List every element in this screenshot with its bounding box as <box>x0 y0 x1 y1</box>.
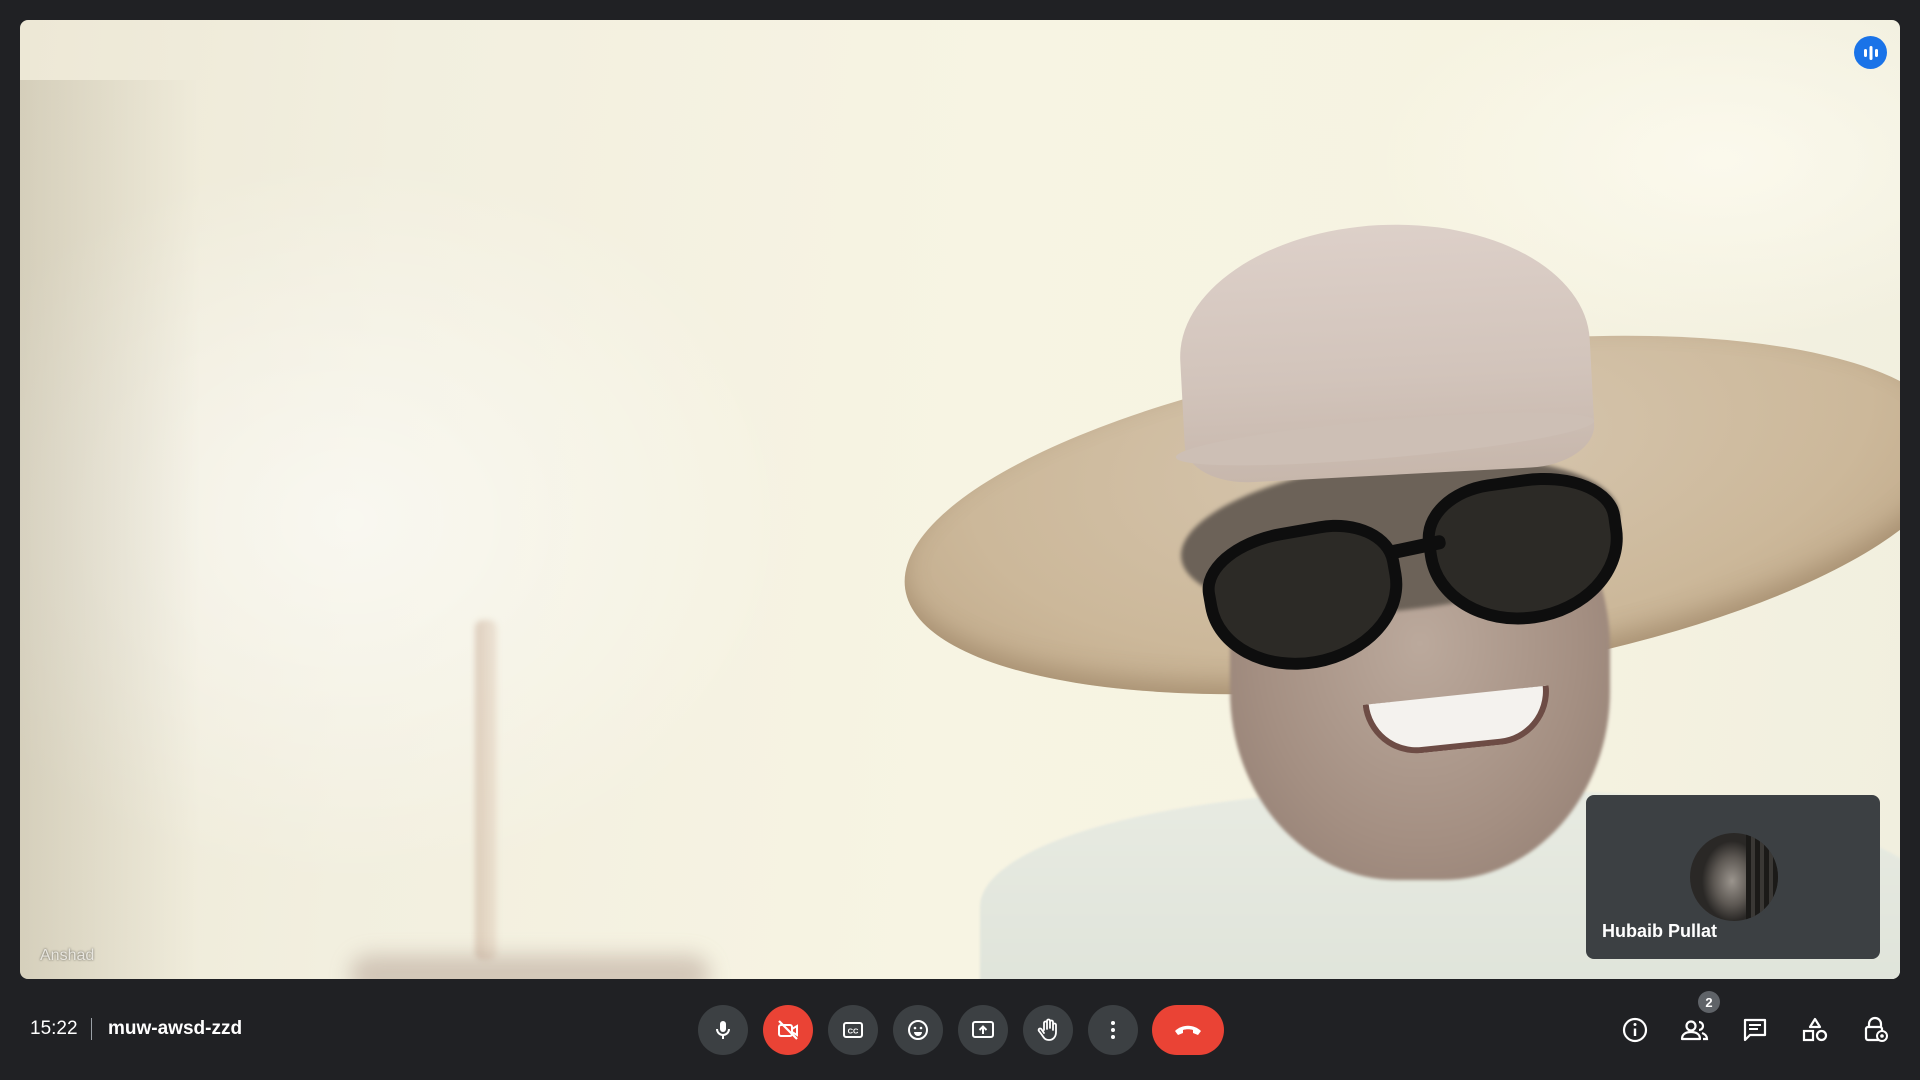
captions-button[interactable]: CC <box>828 1005 878 1055</box>
hand-icon <box>1037 1018 1057 1041</box>
closed-captions-icon: CC <box>843 1022 863 1038</box>
people-button[interactable] <box>1675 1010 1715 1050</box>
meeting-code: muw-awsd-zzd <box>108 1018 243 1039</box>
host-controls-button[interactable] <box>1855 1010 1895 1050</box>
videocam-off-icon <box>778 1020 798 1040</box>
activities-button[interactable] <box>1795 1010 1835 1050</box>
more-vert-icon <box>1111 1021 1115 1039</box>
camera-toggle-button[interactable] <box>763 1005 813 1055</box>
info-icon <box>1622 1017 1648 1043</box>
svg-text:CC: CC <box>848 1027 859 1036</box>
people-count-badge: 2 <box>1698 991 1720 1013</box>
divider <box>91 1018 92 1040</box>
background-object <box>350 955 710 979</box>
raise-hand-button[interactable] <box>1023 1005 1073 1055</box>
call-end-icon <box>1175 1025 1201 1035</box>
self-view-tile[interactable]: Hubaib Pullat <box>1586 795 1880 959</box>
microphone-button[interactable] <box>698 1005 748 1055</box>
emoji-icon <box>908 1020 928 1040</box>
avatar <box>1690 833 1778 921</box>
present-screen-icon <box>972 1021 994 1038</box>
speaking-indicator-icon <box>1854 36 1887 69</box>
mic-icon <box>716 1021 730 1039</box>
meeting-time: 15:22 <box>30 1018 78 1039</box>
more-options-button[interactable] <box>1088 1005 1138 1055</box>
background-post <box>475 620 497 960</box>
host-controls-icon <box>1864 1016 1888 1042</box>
people-icon <box>1680 1020 1709 1041</box>
activities-icon <box>1802 1017 1828 1042</box>
meeting-details-button[interactable] <box>1615 1010 1655 1050</box>
meeting-controls-bar: 15:22 muw-awsd-zzd CC 2 <box>0 979 1920 1080</box>
reactions-button[interactable] <box>893 1005 943 1055</box>
chat-icon <box>1743 1018 1767 1042</box>
background-wall <box>20 80 200 979</box>
end-call-button[interactable] <box>1152 1005 1224 1055</box>
chat-button[interactable] <box>1735 1010 1775 1050</box>
main-participant-name: Anshad <box>40 947 95 964</box>
present-button[interactable] <box>958 1005 1008 1055</box>
pip-participant-name: Hubaib Pullat <box>1602 921 1718 941</box>
